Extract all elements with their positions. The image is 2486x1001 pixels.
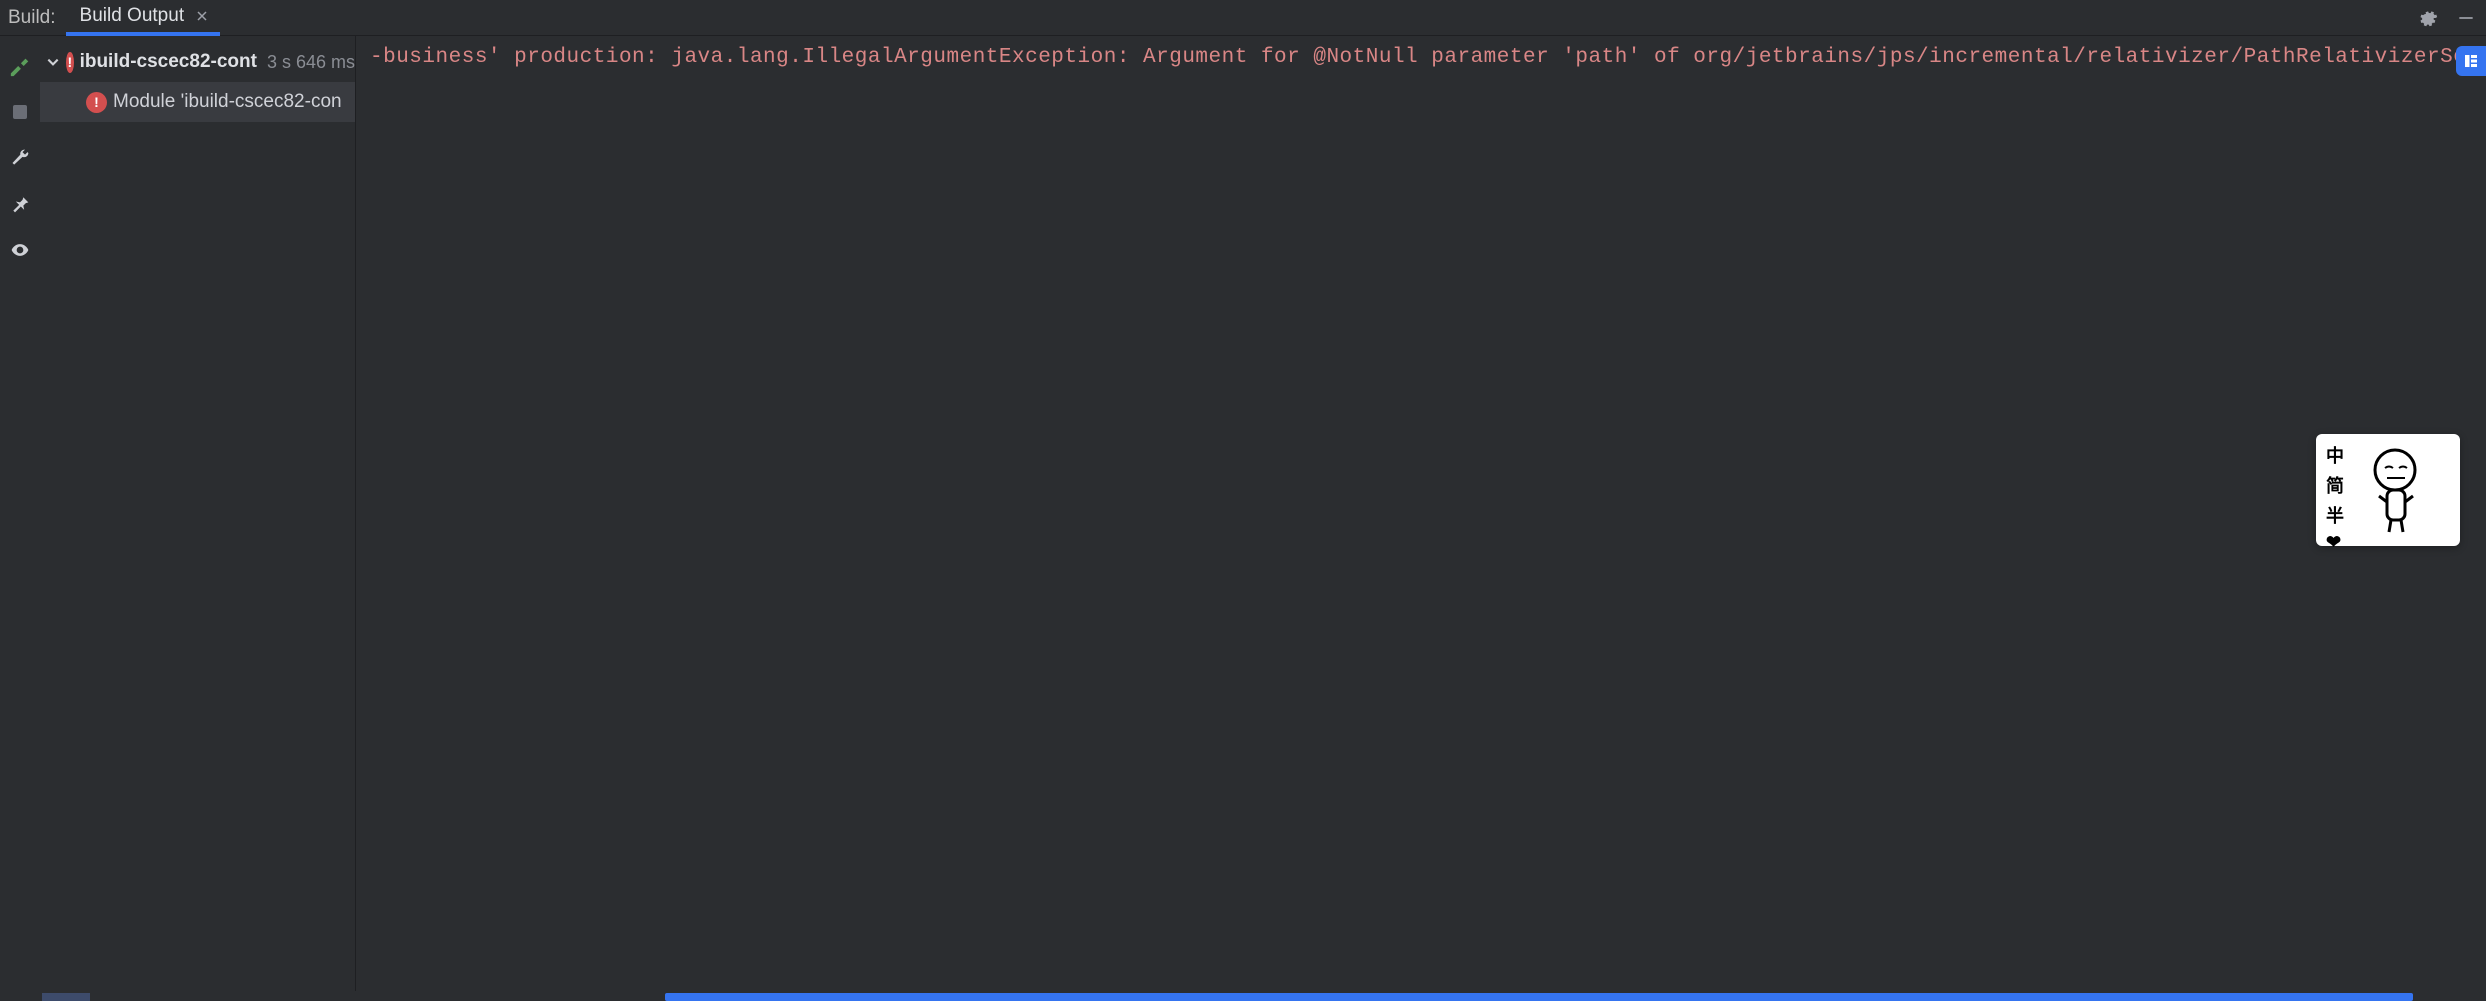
ime-char-1: 中 — [2326, 442, 2344, 468]
side-panel-toggle[interactable] — [2456, 46, 2486, 76]
close-icon[interactable] — [194, 8, 210, 24]
tree-root-name: ibuild-cscec82-cont — [80, 51, 257, 73]
eye-icon[interactable] — [8, 238, 32, 262]
status-accent — [42, 993, 90, 1001]
tree-child-message: Module 'ibuild-cscec82-con — [113, 91, 342, 113]
tree-child-row[interactable]: ! Module 'ibuild-cscec82-con — [40, 82, 355, 122]
pin-icon[interactable] — [8, 192, 32, 216]
ime-status-col: 中 简 半 ❤ — [2326, 442, 2344, 538]
tree-root-duration: 3 s 646 ms — [267, 52, 355, 73]
ime-heart-icon: ❤ — [2326, 532, 2344, 553]
ime-avatar-icon — [2354, 442, 2424, 536]
hammer-icon[interactable] — [8, 54, 32, 78]
ime-overlay[interactable]: 中 简 半 ❤ — [2316, 434, 2460, 546]
error-icon: ! — [66, 52, 74, 73]
error-icon: ! — [86, 92, 107, 113]
tab-label: Build Output — [80, 5, 185, 27]
error-output-line: -business' production: java.lang.Illegal… — [370, 46, 2486, 69]
build-label: Build: — [0, 7, 66, 29]
ime-char-3: 半 — [2326, 502, 2344, 528]
left-toolbar — [0, 36, 40, 991]
tab-build-output[interactable]: Build Output — [66, 0, 221, 36]
gear-icon[interactable] — [2416, 6, 2440, 30]
build-tree: ! ibuild-cscec82-cont 3 s 646 ms ! Modul… — [40, 36, 356, 991]
ime-char-2: 简 — [2326, 472, 2344, 498]
wrench-icon[interactable] — [8, 146, 32, 170]
main-area: ! ibuild-cscec82-cont 3 s 646 ms ! Modul… — [0, 36, 2486, 991]
output-pane: -business' production: java.lang.Illegal… — [356, 36, 2486, 991]
minimize-icon[interactable] — [2454, 6, 2478, 30]
chevron-down-icon[interactable] — [46, 54, 60, 70]
progress-bar — [665, 993, 2413, 1001]
build-header: Build: Build Output — [0, 0, 2486, 36]
tree-root-row[interactable]: ! ibuild-cscec82-cont 3 s 646 ms — [40, 42, 355, 82]
stop-icon[interactable] — [8, 100, 32, 124]
status-bar — [0, 991, 2486, 1001]
